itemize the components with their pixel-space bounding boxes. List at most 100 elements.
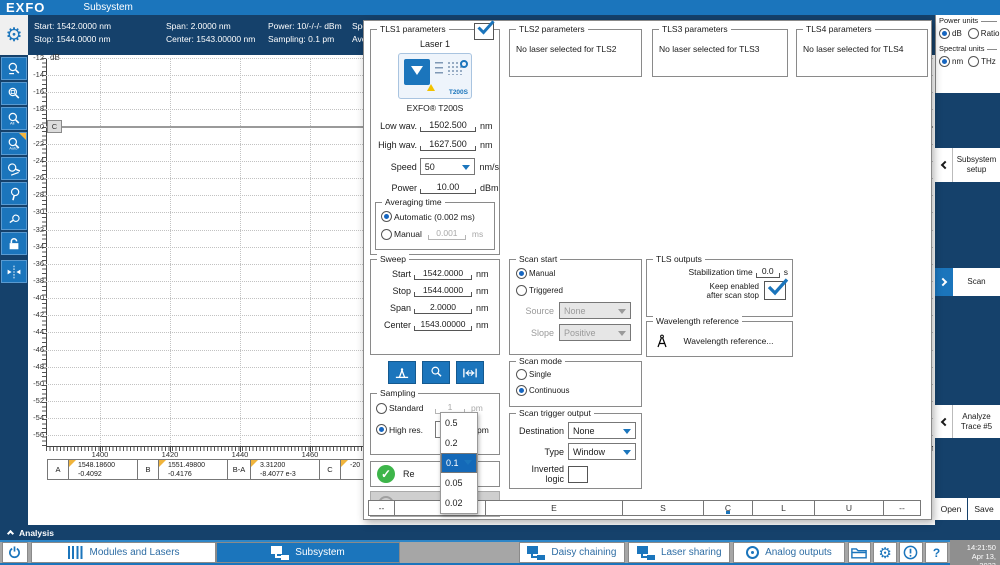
band-cell-S[interactable]: S (622, 500, 704, 516)
power-label: Power (375, 183, 417, 193)
averaging-automatic-radio[interactable]: Automatic (0.002 ms) (381, 211, 494, 222)
zoom-selection-button[interactable] (422, 361, 450, 384)
low-wav-value[interactable]: 1502.500 (420, 120, 476, 132)
zoom-all-button[interactable]: All (1, 107, 27, 130)
zoom-window-button[interactable] (1, 82, 27, 105)
exfo-logo: EXFO (6, 1, 45, 14)
fit-horizontal-button[interactable] (456, 361, 484, 384)
open-button[interactable]: Open (935, 498, 967, 520)
slope-value: Positive (564, 328, 596, 338)
radio-icon (381, 211, 392, 222)
tls1-enabled-checkbox[interactable] (474, 23, 494, 40)
dropdown-option-0.2[interactable]: 0.2 (441, 433, 477, 453)
check-icon (767, 278, 789, 296)
analysis-bar[interactable]: Analysis (0, 525, 1000, 540)
y-tick-label: -28 (28, 191, 44, 199)
sweep-start-unit: nm (476, 269, 489, 279)
system-settings-button[interactable]: ⚙ (873, 542, 897, 563)
sampling-standard-radio[interactable]: Standard 1 pm (376, 402, 499, 414)
marker-c-handle[interactable]: C (47, 120, 62, 133)
band-cell-L[interactable]: L (752, 500, 815, 516)
laser-sharing-button[interactable]: Laser sharing (628, 542, 730, 563)
tls1-legend: TLS1 parameters (377, 24, 449, 34)
daisy-chaining-button[interactable]: Daisy chaining (519, 542, 626, 563)
band-cell-E[interactable]: E (485, 500, 623, 516)
dropdown-option-0.05[interactable]: 0.05 (441, 473, 477, 493)
sweep-span-value[interactable]: 2.0000 (414, 302, 472, 314)
band-cell-C[interactable]: C (703, 500, 753, 516)
markers-icon (6, 264, 22, 280)
zoom-out-button[interactable] (1, 207, 27, 230)
daisy-chaining-icon (527, 546, 545, 560)
sweep-stop-label: Stop (375, 286, 411, 296)
dropdown-option-0.5[interactable]: 0.5 (441, 413, 477, 433)
averaging-manual-radio[interactable]: Manual 0.001 ms (381, 228, 494, 240)
dropdown-option-0.1[interactable]: 0.1 (441, 453, 477, 473)
wavelength-reference-button[interactable]: Wavelength reference... (647, 322, 792, 356)
analysis-label: Analysis (19, 528, 54, 538)
sweep-stop-value[interactable]: 1544.0000 (414, 285, 472, 297)
keep-enabled-checkbox[interactable] (764, 281, 786, 300)
band-cell---[interactable]: -- (368, 500, 395, 516)
speed-label: Speed (375, 162, 417, 172)
laser-sharing-label: Laser sharing (661, 547, 722, 558)
zoom-horizontal-button[interactable] (1, 157, 27, 180)
zoom-1-1-button[interactable] (1, 57, 27, 80)
chevron-left-icon (940, 417, 948, 425)
scan-start-triggered-radio[interactable]: Triggered (516, 285, 641, 296)
settings-button[interactable]: ⚙ (0, 15, 28, 55)
chevron-left-cell (935, 405, 953, 438)
sampling-highres-radio[interactable]: High res. 0.1 pm (376, 421, 499, 438)
zoom-auto-button[interactable]: Auto (1, 132, 27, 155)
radio-icon (516, 268, 527, 279)
scan-mode-continuous-radio[interactable]: Continuous (516, 385, 641, 396)
notifications-button[interactable] (899, 542, 923, 563)
scan-start-manual-radio[interactable]: Manual (516, 268, 641, 279)
spectral-units-nm-radio[interactable]: nm (939, 56, 963, 67)
y-tick-label: -30 (28, 208, 44, 216)
speed-select[interactable]: 50 (420, 158, 476, 175)
save-button[interactable]: Save (968, 498, 1000, 520)
power-button[interactable] (2, 542, 28, 563)
date-label: Apr 13, 2023 (956, 552, 996, 565)
sweep-start-value[interactable]: 1542.0000 (414, 268, 472, 280)
rescale-label: Re (403, 469, 415, 479)
spectral-units-thz-radio[interactable]: THz (968, 56, 996, 67)
rescale-button[interactable]: ✓ Re (370, 461, 500, 487)
lock-button[interactable] (1, 232, 27, 255)
y-tick-label: -52 (28, 397, 44, 405)
power-units-ratio-radio[interactable]: Ratio (968, 28, 1000, 39)
markers-button[interactable] (1, 260, 27, 283)
dropdown-option-0.02[interactable]: 0.02 (441, 493, 477, 513)
analyze-trace-button[interactable]: Analyze Trace #5 (935, 405, 1000, 438)
tls-outputs-group: TLS outputs Stabilization time 0.0 s Kee… (646, 259, 793, 317)
sweep-toolbar (388, 361, 484, 384)
laser-instrument-image[interactable]: T200S (398, 53, 472, 99)
band-cell-U[interactable]: U (814, 500, 884, 516)
destination-select[interactable]: None (568, 422, 636, 439)
fit-to-markers-button[interactable] (388, 361, 416, 384)
type-select[interactable]: Window (568, 443, 636, 460)
subsystem-setup-button[interactable]: Subsystem setup (935, 148, 1000, 182)
band-cell---[interactable]: -- (883, 500, 921, 516)
scan-mode-single-radio[interactable]: Single (516, 369, 641, 380)
help-button[interactable]: ? (925, 542, 949, 563)
manual-option-label: Manual (529, 269, 555, 278)
inverted-logic-checkbox[interactable] (568, 466, 588, 483)
low-wav-unit: nm (480, 121, 493, 131)
power-value[interactable]: 10.00 (420, 182, 476, 194)
zoom-vertical-button[interactable] (1, 182, 27, 205)
modules-and-lasers-button[interactable]: Modules and Lasers (31, 542, 217, 563)
subsystem-tab-button[interactable]: Subsystem (216, 542, 399, 563)
laser-name: Laser 1 (371, 39, 499, 49)
page-title: Subsystem (83, 2, 132, 13)
y-tick-label: -54 (28, 414, 44, 422)
destination-value: None (573, 426, 595, 436)
open-file-button[interactable] (848, 542, 872, 563)
power-units-db-radio[interactable]: dB (939, 28, 962, 39)
scan-button[interactable]: Scan (935, 268, 1000, 296)
stabilization-time-value[interactable]: 0.0 (756, 266, 780, 278)
analog-outputs-button[interactable]: Analog outputs (733, 542, 844, 563)
high-wav-value[interactable]: 1627.500 (420, 139, 476, 151)
sweep-center-value[interactable]: 1543.00000 (414, 319, 472, 331)
